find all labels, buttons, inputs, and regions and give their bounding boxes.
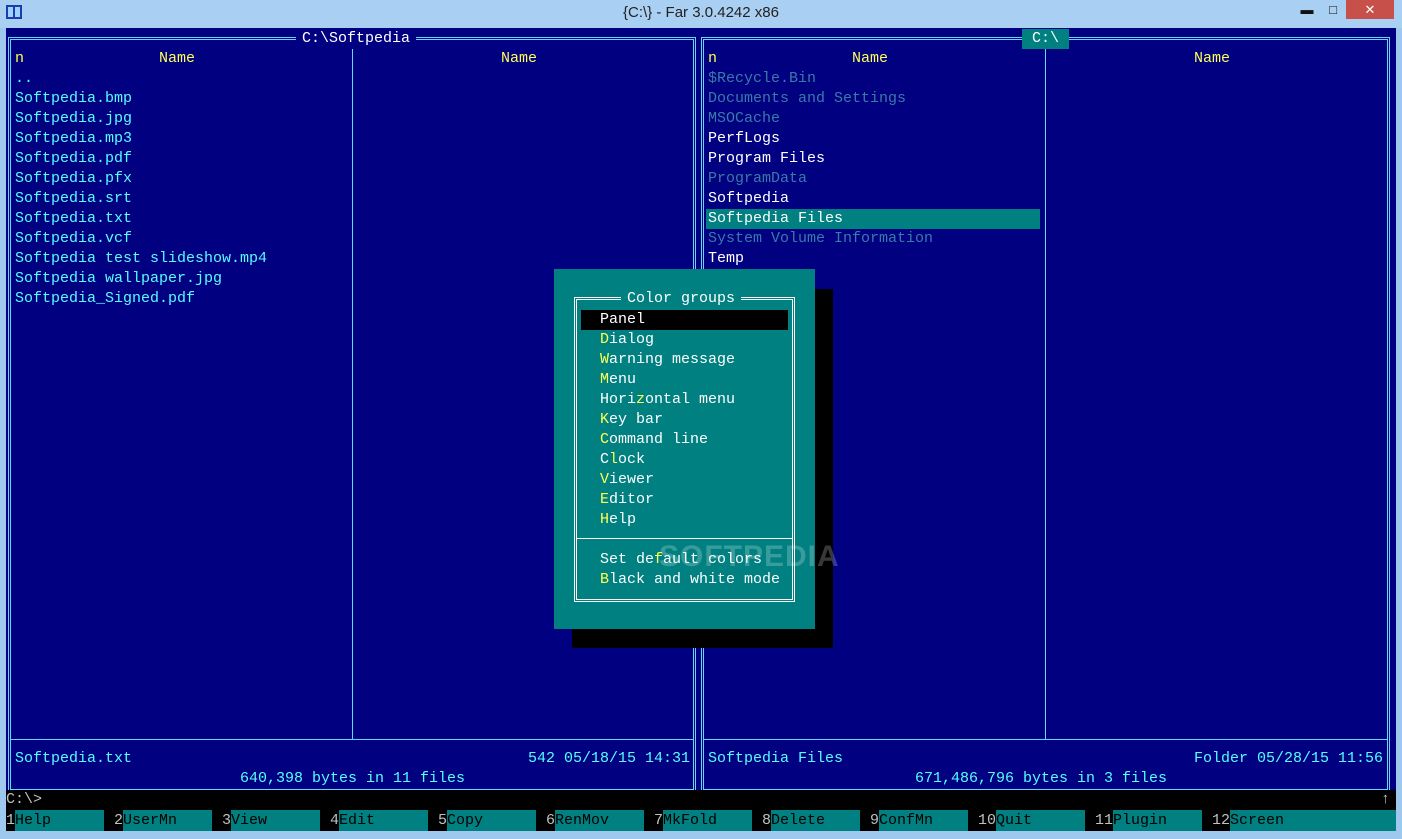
keybar-f2[interactable]: 2 UserMn [114, 810, 212, 831]
folder-item[interactable]: Program Files [708, 149, 825, 169]
right-panel-summary: 671,486,796 bytes in 3 files [909, 769, 1174, 789]
command-prompt[interactable]: C:\> [6, 790, 42, 810]
keybar-f7[interactable]: 7 MkFold [654, 810, 752, 831]
dialog-separator [576, 538, 793, 539]
keybar-f3[interactable]: 3 View [222, 810, 320, 831]
keybar-f4[interactable]: 4 Edit [330, 810, 428, 831]
file-item[interactable]: Softpedia.txt [15, 209, 132, 229]
right-status-filename: Softpedia Files [708, 750, 844, 767]
scroll-up-icon[interactable]: ↑ [1381, 790, 1390, 810]
file-item[interactable]: Softpedia test slideshow.mp4 [15, 249, 267, 269]
keybar-f6[interactable]: 6 RenMov [546, 810, 644, 831]
minimize-button[interactable]: ▬ [1294, 0, 1320, 19]
right-status-divider [704, 739, 1387, 740]
file-item[interactable]: Softpedia.mp3 [15, 129, 132, 149]
folder-item[interactable]: Temp [708, 249, 744, 269]
right-column-divider [1045, 40, 1046, 739]
folder-item[interactable]: System Volume Information [708, 229, 933, 249]
window-titlebar: {C:\} - Far 3.0.4242 x86 ▬ □ ✕ [0, 0, 1402, 28]
folder-item[interactable]: PerfLogs [708, 129, 780, 149]
file-item[interactable]: Softpedia wallpaper.jpg [15, 269, 222, 289]
folder-item[interactable]: $Recycle.Bin [708, 69, 816, 89]
file-item[interactable]: .. [15, 69, 33, 89]
menu-item-menu[interactable]: Menu [581, 370, 788, 390]
keybar-f1[interactable]: 1 Help [6, 810, 104, 831]
command-line[interactable]: C:\> ↑ [6, 790, 1396, 810]
menu-item-clock[interactable]: Clock [581, 450, 788, 470]
window-title: {C:\} - Far 3.0.4242 x86 [623, 4, 779, 21]
menu-item-editor[interactable]: Editor [581, 490, 788, 510]
left-col-n-header[interactable]: n [15, 49, 24, 69]
far-console: C:\Softpedia n Name Name .. Softpedia.bm… [6, 28, 1396, 831]
menu-item-panel[interactable]: Panel [581, 310, 788, 330]
keybar: 1 Help 2 UserMn 3 View 4 Edit 5 Copy 6 RenMov … [6, 810, 1396, 831]
keybar-f5[interactable]: 5 Copy [438, 810, 536, 831]
menu-item-command-line[interactable]: Command line [581, 430, 788, 450]
menu-item-black-white-mode[interactable]: Black and white mode [581, 570, 788, 590]
close-button[interactable]: ✕ [1346, 0, 1394, 19]
keybar-f8[interactable]: 8 Delete [762, 810, 860, 831]
keybar-f9[interactable]: 9 ConfMn [870, 810, 968, 831]
folder-item[interactable]: Documents and Settings [708, 89, 906, 109]
keybar-f11[interactable]: 11 Plugin [1095, 810, 1202, 831]
file-item[interactable]: Softpedia.jpg [15, 109, 132, 129]
left-status-divider [11, 739, 693, 740]
file-item[interactable]: Softpedia.pdf [15, 149, 132, 169]
right-status-info: Folder 05/28/15 11:56 [1193, 750, 1383, 767]
left-status-info: 542 05/18/15 14:31 [527, 750, 690, 767]
file-item[interactable]: Softpedia.bmp [15, 89, 132, 109]
dialog-title: Color groups [621, 289, 742, 309]
file-item[interactable]: Softpedia.pfx [15, 169, 132, 189]
left-column-divider [352, 40, 353, 739]
menu-item-horizontal-menu[interactable]: Horizontal menu [581, 390, 788, 410]
right-col-name-header[interactable]: Name [852, 49, 888, 69]
right-panel-path[interactable]: C:\ [1022, 29, 1070, 49]
folder-item-selected[interactable]: Softpedia Files [706, 209, 1040, 229]
menu-item-dialog[interactable]: Dialog [581, 330, 788, 350]
menu-item-set-default-colors[interactable]: Set default colors [581, 550, 788, 570]
keybar-f10[interactable]: 10 Quit [978, 810, 1085, 831]
menu-item-viewer[interactable]: Viewer [581, 470, 788, 490]
file-item[interactable]: Softpedia.srt [15, 189, 132, 209]
left-col-name-header-2[interactable]: Name [501, 49, 537, 69]
keybar-f12[interactable]: 12 Screen [1212, 810, 1396, 831]
file-item[interactable]: Softpedia.vcf [15, 229, 132, 249]
right-col-n-header[interactable]: n [708, 49, 717, 69]
maximize-button[interactable]: □ [1320, 0, 1346, 19]
color-groups-dialog[interactable]: Color groups Panel Dialog Warning messag… [554, 269, 839, 629]
menu-item-key-bar[interactable]: Key bar [581, 410, 788, 430]
left-panel-summary: 640,398 bytes in 11 files [234, 769, 472, 789]
file-item[interactable]: Softpedia_Signed.pdf [15, 289, 195, 309]
menu-item-warning-message[interactable]: Warning message [581, 350, 788, 370]
left-col-name-header[interactable]: Name [159, 49, 195, 69]
folder-item[interactable]: Softpedia [708, 189, 789, 209]
left-status-filename: Softpedia.txt [15, 750, 133, 767]
folder-item[interactable]: MSOCache [708, 109, 780, 129]
right-col-name-header-2[interactable]: Name [1194, 49, 1230, 69]
left-panel-path[interactable]: C:\Softpedia [296, 29, 417, 49]
folder-item[interactable]: ProgramData [708, 169, 807, 189]
menu-item-help[interactable]: Help [581, 510, 788, 530]
